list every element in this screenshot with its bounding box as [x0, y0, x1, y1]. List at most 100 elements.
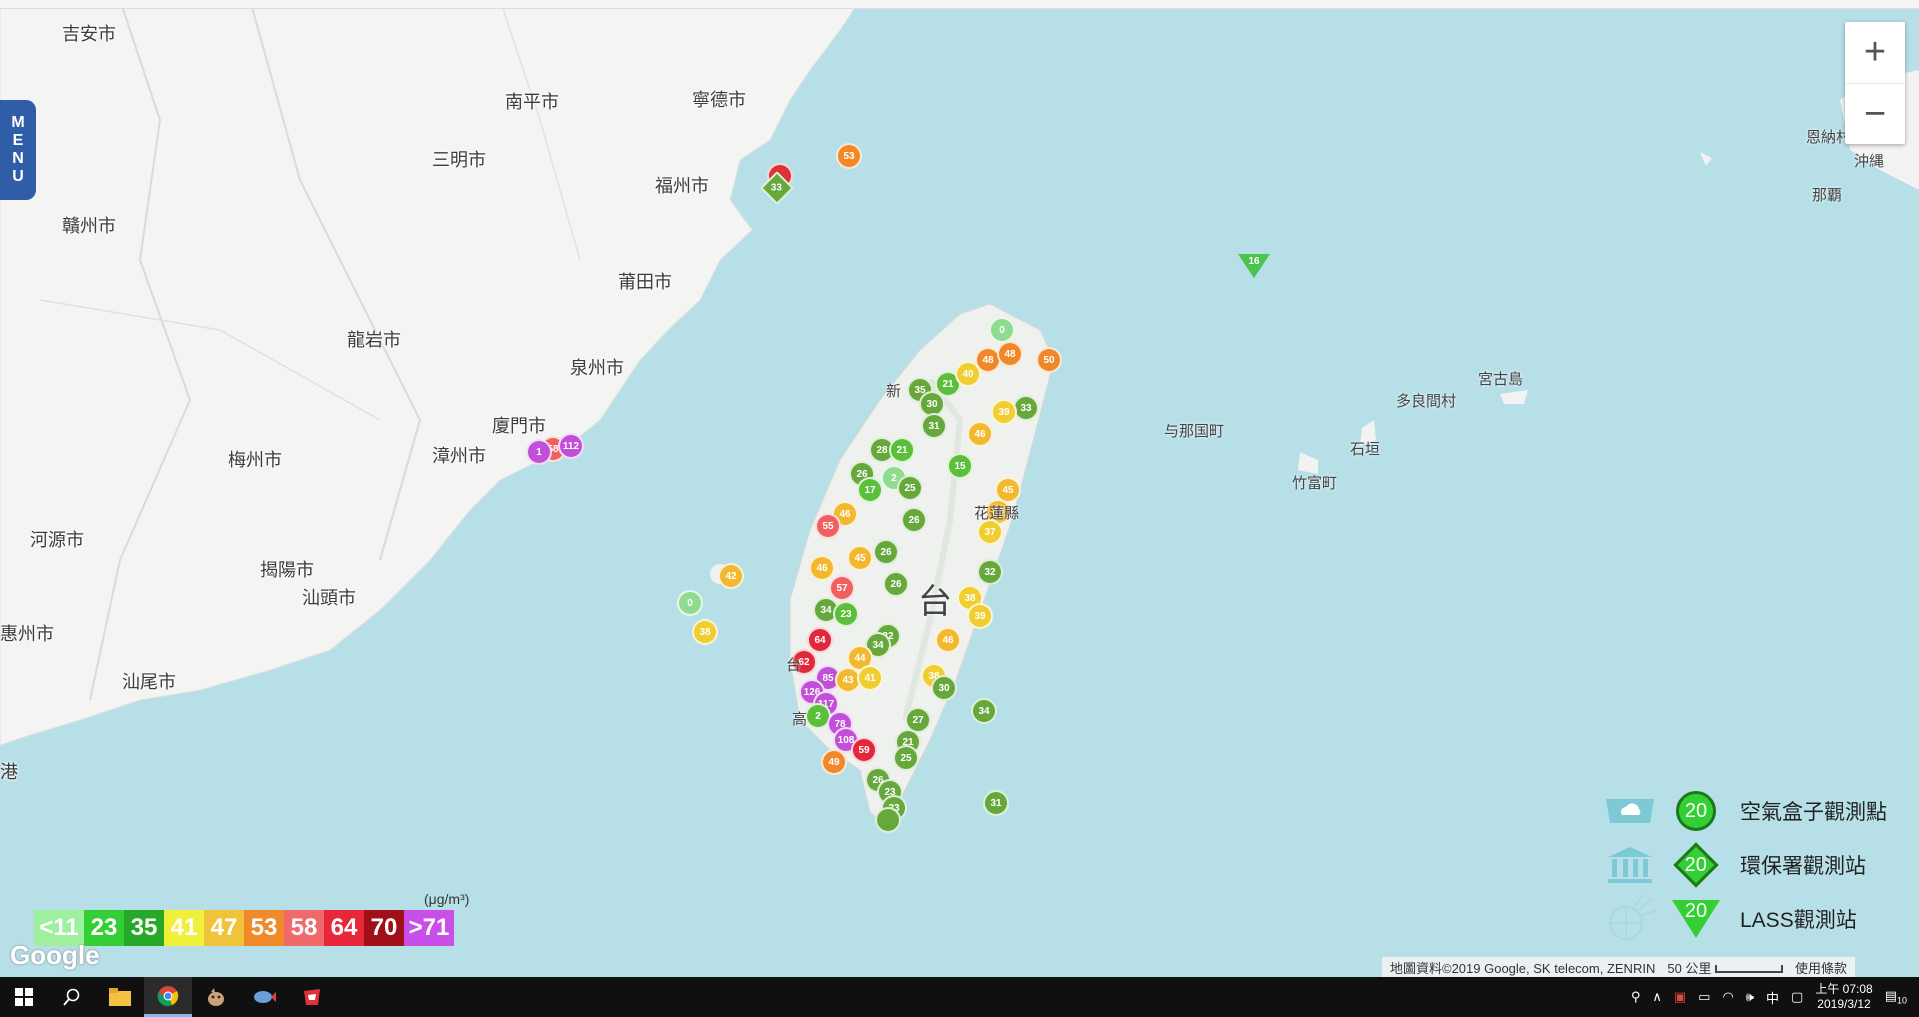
menu-button[interactable]: MENU	[0, 100, 36, 200]
airbox-marker[interactable]: 45	[847, 545, 873, 571]
place-label: 新	[886, 383, 902, 400]
google-logo: Google	[10, 940, 100, 970]
airbox-marker[interactable]: 23	[833, 601, 859, 627]
scale-swatch: 58	[284, 910, 324, 946]
airbox-marker[interactable]: 26	[901, 507, 927, 533]
map-attribution: 地圖資料©2019 Google, SK telecom, ZENRIN 50 …	[1382, 957, 1856, 977]
airbox-marker[interactable]: 0	[989, 317, 1015, 343]
airbox-marker[interactable]: 41	[857, 665, 883, 691]
symbol-value: 20	[1684, 900, 1708, 922]
airbox-marker[interactable]: 59	[851, 737, 877, 763]
airbox-marker[interactable]: 33	[1013, 395, 1039, 421]
symbol-value: 20	[1684, 853, 1708, 876]
wifi-icon[interactable]: ◠	[1722, 989, 1733, 1005]
app-icon-fish[interactable]	[240, 977, 288, 1017]
place-label: 宮古島	[1478, 371, 1524, 388]
airbox-marker[interactable]: 50	[1036, 347, 1062, 373]
station-type-legend: 20 空氣盒子觀測點 20 環保署觀測站 20 LASS觀測站	[1600, 784, 1887, 946]
city-label: 莆田市	[618, 272, 672, 292]
terms-link[interactable]: 使用條款	[1795, 958, 1847, 977]
battery-icon[interactable]: ▭	[1698, 989, 1710, 1005]
airbox-marker[interactable]: 38	[692, 619, 718, 645]
airbox-marker[interactable]: 49	[821, 749, 847, 775]
file-explorer-icon[interactable]	[96, 977, 144, 1017]
city-label: 吉安市	[62, 24, 116, 44]
people-icon[interactable]: ⚲	[1631, 989, 1641, 1005]
city-label: 福州市	[655, 176, 709, 196]
airbox-marker[interactable]: 21	[889, 437, 915, 463]
airbox-marker[interactable]: 39	[991, 399, 1017, 425]
airbox-marker[interactable]: 1	[526, 439, 552, 465]
scale-swatch: 53	[244, 910, 284, 946]
clock[interactable]: 上午 07:08 2019/3/12	[1815, 982, 1872, 1012]
marker-value: 33	[771, 182, 783, 194]
notification-count: 10	[1896, 995, 1907, 1006]
legend-type-label: 空氣盒子觀測點	[1740, 801, 1887, 824]
input-mode-icon[interactable]: ▢	[1791, 989, 1803, 1005]
notification-icon[interactable]: ▤10	[1885, 988, 1907, 1006]
app-icon-mascot[interactable]	[192, 977, 240, 1017]
app-icon-red[interactable]	[288, 977, 336, 1017]
windows-start-icon[interactable]	[0, 977, 48, 1017]
airbox-marker[interactable]: 57	[829, 575, 855, 601]
search-icon[interactable]	[48, 977, 96, 1017]
airbox-marker[interactable]: 48	[997, 341, 1023, 367]
circle-symbol-icon: 20	[1660, 791, 1732, 831]
airbox-marker[interactable]: 31	[983, 790, 1009, 816]
top-browser-edge	[0, 0, 1919, 9]
security-icon[interactable]: ▣	[1674, 989, 1686, 1005]
chrome-icon[interactable]	[144, 977, 192, 1017]
lass-station-marker[interactable]: 16	[1238, 254, 1270, 278]
airbox-marker[interactable]: 34	[971, 698, 997, 724]
airbox-marker[interactable]: 17	[857, 477, 883, 503]
airbox-marker[interactable]	[875, 807, 901, 833]
airbox-marker[interactable]: 46	[935, 627, 961, 653]
airbox-marker[interactable]: 25	[893, 745, 919, 771]
airbox-marker[interactable]: 46	[967, 421, 993, 447]
airbox-marker[interactable]: 55	[815, 513, 841, 539]
city-label: 漳州市	[432, 446, 486, 466]
city-label: 汕尾市	[122, 672, 176, 692]
clock-date: 2019/3/12	[1817, 997, 1871, 1011]
ime-indicator[interactable]: 中	[1766, 988, 1779, 1007]
airbox-marker[interactable]: 32	[977, 559, 1003, 585]
system-tray: ⚲ ∧ ▣ ▭ ◠ 🕪 中 ▢ 上午 07:08 2019/3/12 ▤10	[1631, 977, 1919, 1017]
airbox-marker[interactable]: 15	[947, 453, 973, 479]
city-label: 港	[0, 762, 18, 782]
place-label: 沖縄	[1854, 153, 1885, 170]
city-label: 寧德市	[692, 90, 746, 110]
volume-icon[interactable]: 🕪	[1746, 989, 1754, 1005]
legend-type-label: LASS觀測站	[1740, 909, 1857, 932]
legend-type-row: 20 LASS觀測站	[1600, 892, 1887, 946]
city-label: 梅州市	[228, 450, 282, 470]
scale-swatch: 41	[164, 910, 204, 946]
airbox-marker[interactable]: 112	[558, 433, 584, 459]
zoom-out-button[interactable]: −	[1845, 84, 1905, 145]
airbox-marker[interactable]: 53	[836, 143, 862, 169]
city-label: 惠州市	[0, 624, 54, 644]
scale-label: 50 公里	[1667, 960, 1712, 976]
scale-bar	[1715, 965, 1784, 974]
cloud-box-icon	[1600, 789, 1660, 833]
city-label: 南平市	[505, 92, 559, 112]
legend-unit: (μg/m³)	[424, 891, 470, 907]
zoom-in-button[interactable]: +	[1845, 22, 1905, 84]
airbox-marker[interactable]: 64	[807, 627, 833, 653]
airbox-marker[interactable]: 0	[677, 590, 703, 616]
legend-type-label: 環保署觀測站	[1740, 855, 1866, 878]
triangle-symbol-icon: 20	[1660, 900, 1732, 938]
airbox-marker[interactable]: 42	[718, 563, 744, 589]
government-building-icon	[1600, 843, 1660, 887]
airbox-marker[interactable]: 26	[873, 539, 899, 565]
airbox-marker[interactable]: 31	[921, 413, 947, 439]
clock-time: 上午 07:08	[1815, 982, 1873, 996]
chevron-up-icon[interactable]: ∧	[1652, 989, 1662, 1005]
airbox-marker[interactable]: 40	[955, 361, 981, 387]
scale-swatch: 47	[204, 910, 244, 946]
airbox-marker[interactable]: 26	[883, 571, 909, 597]
airbox-marker[interactable]: 25	[897, 475, 923, 501]
city-label: 廈門市	[492, 416, 546, 436]
airbox-marker[interactable]: 39	[967, 603, 993, 629]
airbox-marker[interactable]: 46	[809, 555, 835, 581]
airbox-marker[interactable]: 30	[931, 675, 957, 701]
